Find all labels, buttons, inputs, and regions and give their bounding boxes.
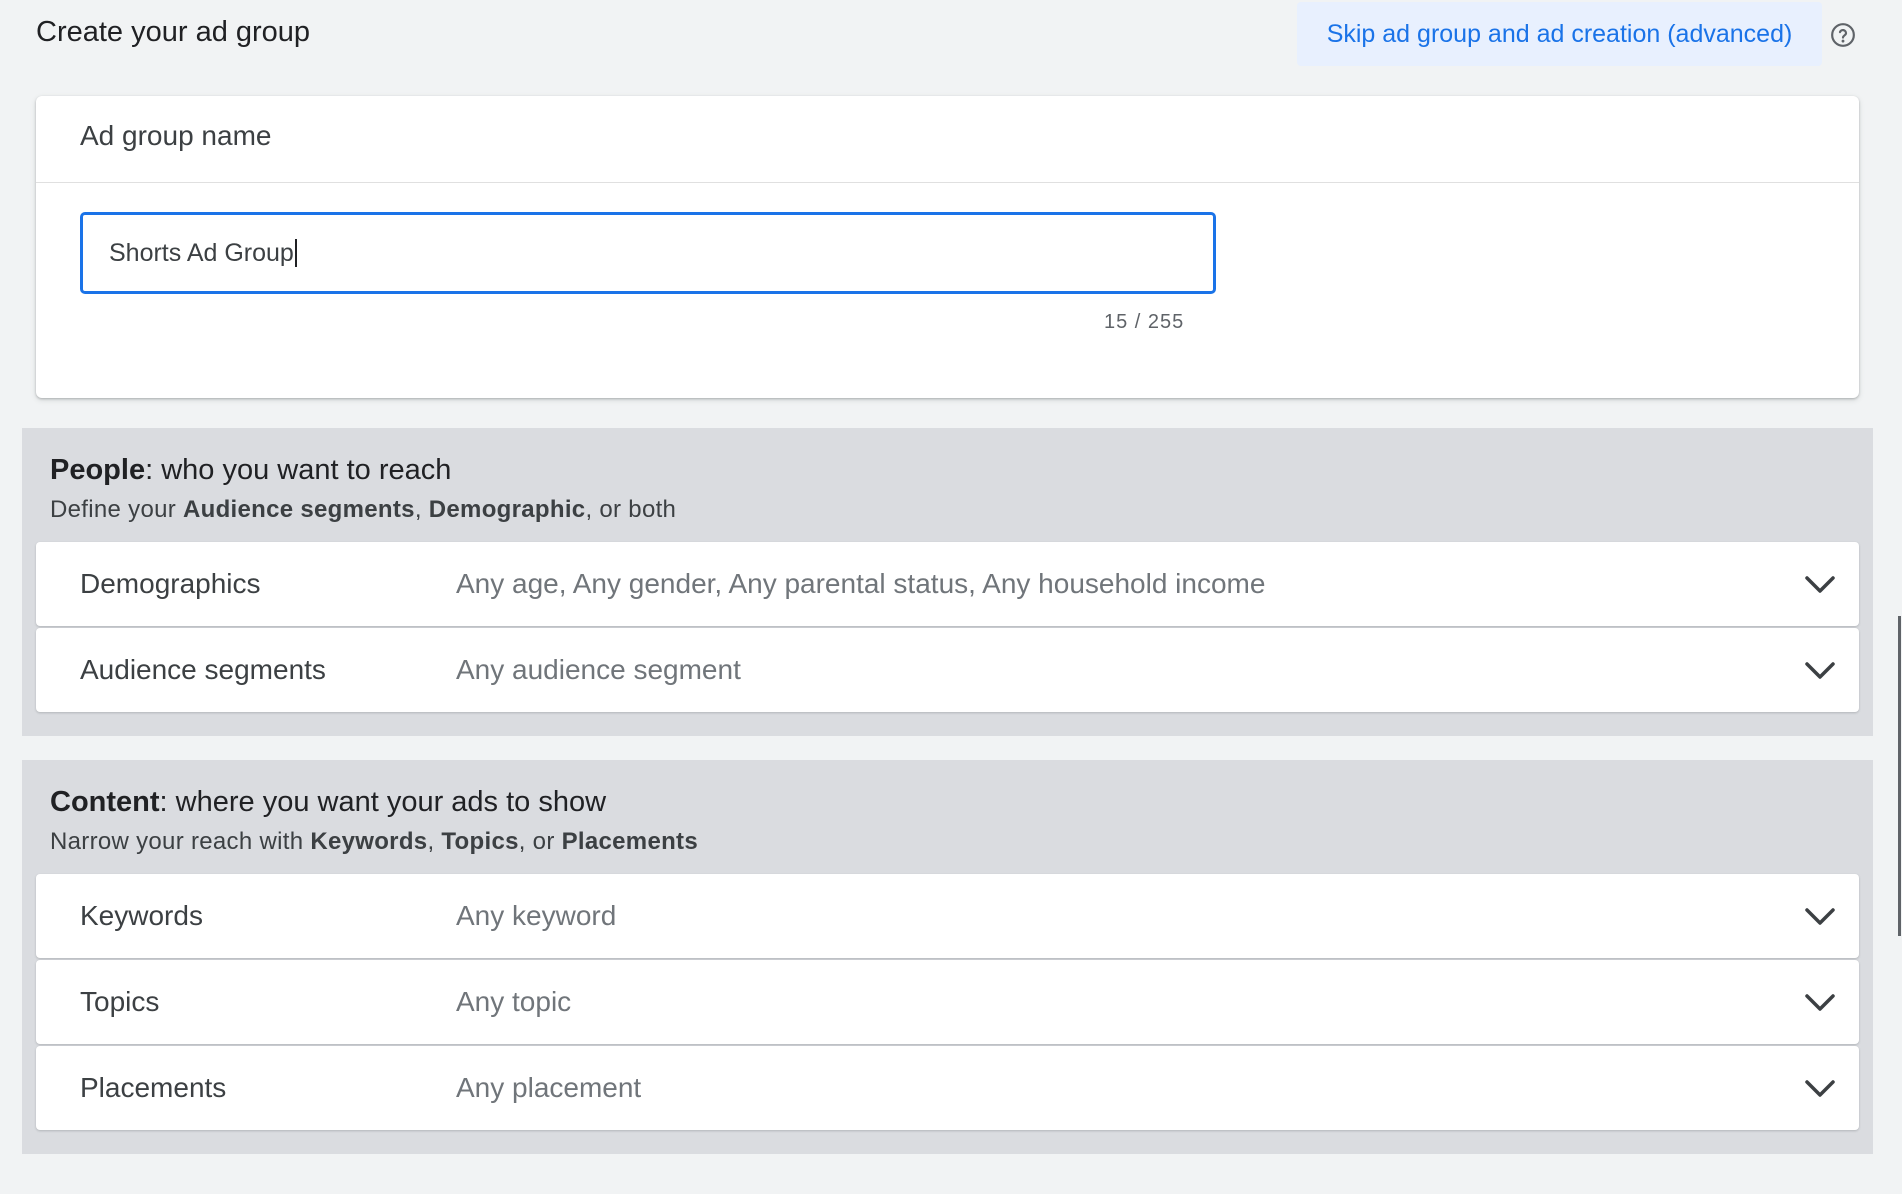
content-sub-sep-2: , or bbox=[518, 828, 562, 855]
people-sub-bold-2: Demographic bbox=[428, 496, 586, 523]
content-section: Content: where you want your ads to show… bbox=[22, 760, 1873, 1154]
page-header: Create your ad group Skip ad group and a… bbox=[0, 0, 1902, 70]
content-sub-bold-3: Placements bbox=[561, 828, 698, 855]
people-sub-bold-1: Audience segments bbox=[183, 496, 415, 523]
topics-row[interactable]: Topics Any topic bbox=[36, 960, 1859, 1044]
row-value: Any audience segment bbox=[456, 654, 741, 685]
row-label: Topics bbox=[80, 986, 160, 1017]
page-title: Create your ad group bbox=[36, 16, 311, 48]
chevron-down-icon[interactable] bbox=[1803, 570, 1837, 598]
row-value: Any topic bbox=[456, 986, 572, 1017]
character-counter: 15 / 255 bbox=[1104, 311, 1185, 333]
chevron-down-icon[interactable] bbox=[1803, 1074, 1837, 1102]
content-sub-bold-2: Topics bbox=[441, 828, 519, 855]
content-heading-bold: Content bbox=[50, 786, 160, 818]
demographics-row[interactable]: Demographics Any age, Any gender, Any pa… bbox=[36, 542, 1859, 626]
ad-group-name-value: Shorts Ad Group bbox=[109, 238, 294, 267]
row-label: Placements bbox=[80, 1072, 227, 1103]
people-subheading: Define your Audience segments, Demograph… bbox=[50, 496, 676, 524]
audience-segments-row[interactable]: Audience segments Any audience segment bbox=[36, 628, 1859, 712]
skip-ad-group-link[interactable]: Skip ad group and ad creation (advanced) bbox=[1297, 2, 1822, 66]
content-sub-prefix: Narrow your reach with bbox=[50, 828, 311, 855]
content-sub-sep-1: , bbox=[427, 828, 442, 855]
ad-group-name-title: Ad group name bbox=[80, 120, 272, 151]
content-sub-bold-1: Keywords bbox=[310, 828, 428, 855]
scrollbar-edge[interactable] bbox=[1898, 616, 1901, 936]
row-value: Any placement bbox=[456, 1072, 642, 1103]
people-section: People: who you want to reach Define you… bbox=[22, 428, 1873, 736]
row-value: Any keyword bbox=[456, 900, 617, 931]
row-value: Any age, Any gender, Any parental status… bbox=[456, 568, 1266, 599]
help-circle-icon[interactable] bbox=[1830, 22, 1856, 48]
content-subheading: Narrow your reach with Keywords, Topics,… bbox=[50, 828, 698, 856]
people-heading-bold: People bbox=[50, 454, 146, 486]
ad-group-name-input[interactable]: Shorts Ad Group bbox=[80, 212, 1216, 294]
people-heading: People: who you want to reach bbox=[50, 454, 451, 487]
divider bbox=[36, 182, 1859, 183]
row-label: Keywords bbox=[80, 900, 203, 931]
chevron-down-icon[interactable] bbox=[1803, 988, 1837, 1016]
people-heading-rest: : who you want to reach bbox=[145, 454, 452, 486]
ad-group-name-card: Ad group name Shorts Ad Group 15 / 255 bbox=[36, 96, 1859, 398]
content-heading: Content: where you want your ads to show bbox=[50, 786, 606, 819]
people-sub-prefix: Define your bbox=[50, 496, 183, 523]
chevron-down-icon[interactable] bbox=[1803, 656, 1837, 684]
content-heading-rest: : where you want your ads to show bbox=[159, 786, 607, 818]
text-caret bbox=[294, 239, 297, 267]
keywords-row[interactable]: Keywords Any keyword bbox=[36, 874, 1859, 958]
row-label: Demographics bbox=[80, 568, 261, 599]
people-sub-suffix: , or both bbox=[585, 496, 677, 523]
row-label: Audience segments bbox=[80, 654, 326, 685]
chevron-down-icon[interactable] bbox=[1803, 902, 1837, 930]
people-sub-sep-1: , bbox=[414, 496, 429, 523]
placements-row[interactable]: Placements Any placement bbox=[36, 1046, 1859, 1130]
